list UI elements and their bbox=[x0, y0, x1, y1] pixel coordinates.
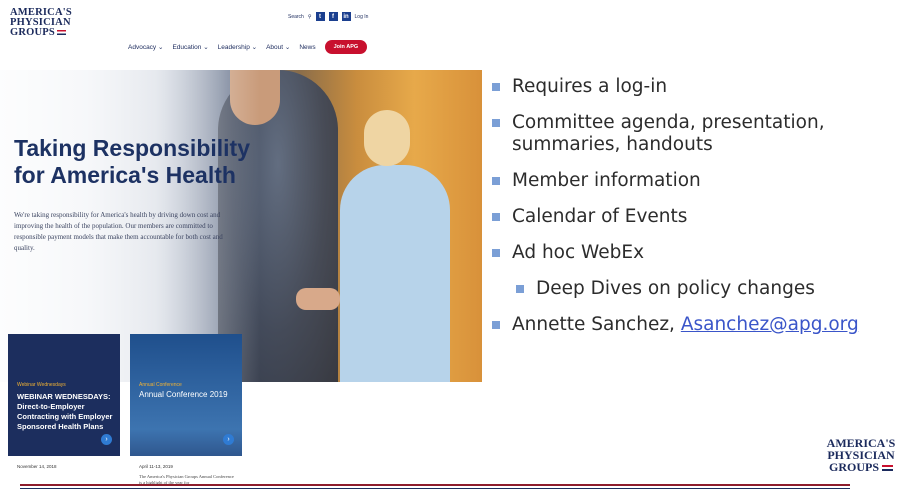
footer-rule bbox=[20, 484, 850, 486]
flag-icon bbox=[882, 465, 893, 472]
site-header: AMERICA'S PHYSICIAN GROUPS Search ⚲ t f … bbox=[0, 0, 482, 70]
bullet-item: Member information bbox=[490, 170, 910, 192]
email-link[interactable]: Asanchez@apg.org bbox=[681, 314, 859, 335]
footer-rule-secondary bbox=[20, 488, 850, 489]
hero-text: We're taking responsibility for America'… bbox=[14, 211, 223, 252]
search-link[interactable]: Search bbox=[288, 14, 304, 20]
arrow-right-icon[interactable]: › bbox=[223, 434, 234, 445]
bullet-square-icon bbox=[492, 177, 500, 185]
twitter-icon[interactable]: t bbox=[315, 12, 325, 21]
hero-photo-woman bbox=[340, 165, 450, 382]
bullet-item: Requires a log-in bbox=[490, 76, 910, 98]
hero-photo-woman-head bbox=[364, 110, 410, 166]
bullet-item: Calendar of Events bbox=[490, 206, 910, 228]
card-webinar[interactable]: Webinar Wednesdays WEBINAR WEDNESDAYS: D… bbox=[8, 334, 120, 493]
bullet-square-icon bbox=[492, 249, 500, 257]
website-screenshot: AMERICA'S PHYSICIAN GROUPS Search ⚲ t f … bbox=[0, 0, 482, 493]
handshake bbox=[296, 288, 340, 310]
bullet-square-icon bbox=[492, 213, 500, 221]
card-title: WEBINAR WEDNESDAYS: Direct-to-Employer C… bbox=[17, 392, 113, 431]
nav-leadership[interactable]: Leadership ⌄ bbox=[218, 43, 257, 51]
card-kicker: Webinar Wednesdays bbox=[17, 382, 66, 388]
bullet-item: Ad hoc WebEx bbox=[490, 242, 910, 264]
card-title: Annual Conference 2019 bbox=[139, 390, 228, 399]
search-icon[interactable]: ⚲ bbox=[308, 14, 312, 20]
login-link[interactable]: Log In bbox=[355, 14, 369, 20]
bullet-square-icon bbox=[492, 119, 500, 127]
chevron-down-icon: ⌄ bbox=[203, 44, 209, 51]
utility-bar: Search ⚲ t f in Log In bbox=[288, 12, 368, 21]
facebook-icon[interactable]: f bbox=[328, 12, 338, 21]
chevron-down-icon: ⌄ bbox=[158, 44, 164, 51]
nav-about[interactable]: About ⌄ bbox=[266, 43, 290, 51]
contact-name: Annette Sanchez, bbox=[512, 314, 681, 335]
bullet-list: Requires a log-in Committee agenda, pres… bbox=[490, 76, 910, 336]
bullet-square-icon bbox=[492, 83, 500, 91]
nav-education[interactable]: Education ⌄ bbox=[172, 43, 208, 51]
bullet-item: Committee agenda, presentation, summarie… bbox=[490, 112, 910, 156]
card-conference[interactable]: Annual Conference Annual Conference 2019… bbox=[130, 334, 242, 493]
footer-apg-logo: AMERICA'S PHYSICIAN GROUPS bbox=[810, 437, 912, 473]
chevron-down-icon: ⌄ bbox=[284, 44, 291, 51]
hero-title: Taking Responsibility for America's Heal… bbox=[14, 135, 250, 188]
join-apg-button[interactable]: Join APG bbox=[324, 40, 368, 54]
bullet-square-icon bbox=[516, 285, 524, 293]
card-date: November 14, 2018 bbox=[17, 464, 57, 469]
main-nav: Advocacy ⌄ Education ⌄ Leadership ⌄ Abou… bbox=[128, 40, 368, 54]
card-kicker: Annual Conference bbox=[139, 382, 182, 388]
nav-advocacy[interactable]: Advocacy ⌄ bbox=[128, 43, 163, 51]
sub-bullet-item: Deep Dives on policy changes bbox=[490, 278, 910, 300]
card-date: April 11-13, 2019 bbox=[139, 464, 173, 469]
arrow-right-icon[interactable]: › bbox=[101, 434, 112, 445]
chevron-down-icon: ⌄ bbox=[251, 44, 258, 51]
flag-icon bbox=[56, 30, 66, 36]
apg-logo[interactable]: AMERICA'S PHYSICIAN GROUPS bbox=[10, 7, 72, 38]
bullet-square-icon bbox=[492, 321, 500, 329]
contact-bullet: Annette Sanchez, Asanchez@apg.org bbox=[490, 314, 910, 336]
linkedin-icon[interactable]: in bbox=[341, 12, 351, 21]
nav-news[interactable]: News bbox=[299, 44, 315, 51]
